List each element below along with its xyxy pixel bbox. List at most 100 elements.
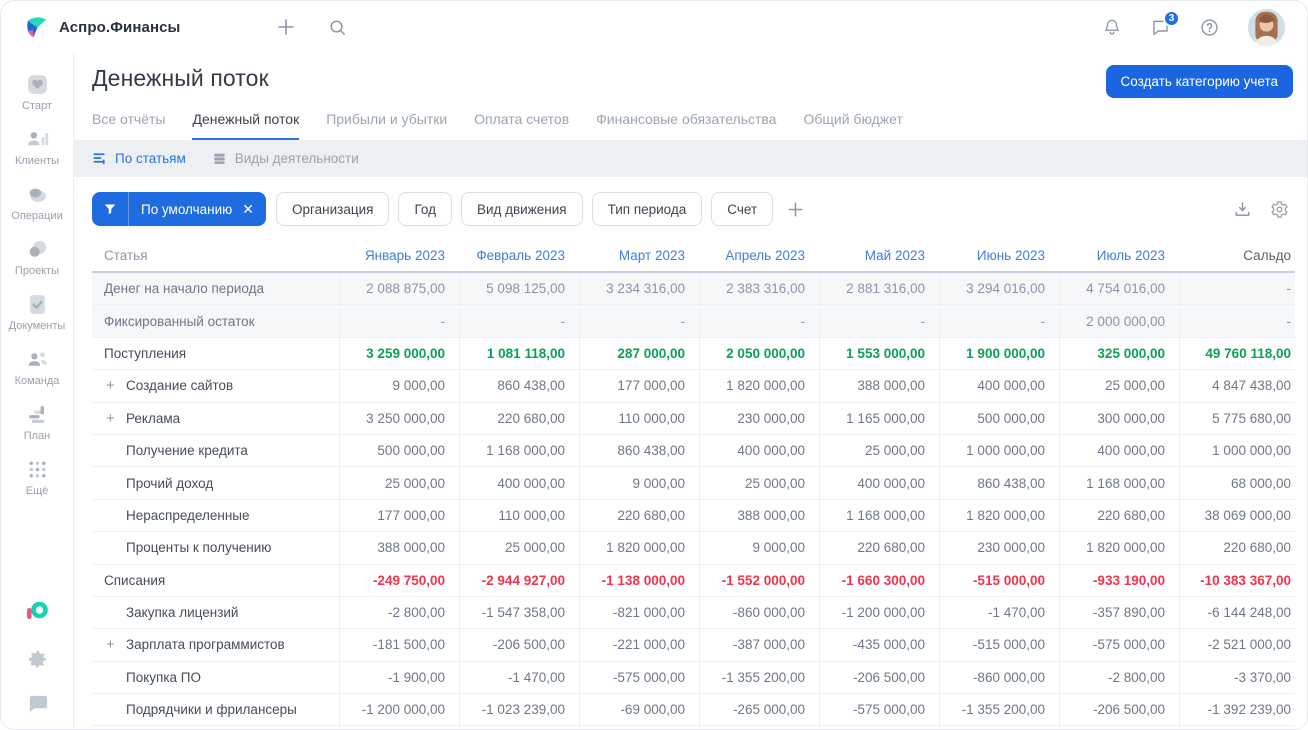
cell-value: 1 820 000,00 bbox=[579, 532, 699, 564]
cell-value: 25 000,00 bbox=[339, 467, 459, 499]
app-window: Аспро.Финансы 3 Старт Клиенты Операции П… bbox=[0, 0, 1308, 730]
app-logo[interactable]: Аспро.Финансы bbox=[23, 14, 180, 41]
filter-chip[interactable]: Год bbox=[398, 192, 452, 226]
row-label[interactable]: Покупка ПО bbox=[92, 670, 339, 685]
cell-value: 110 000,00 bbox=[459, 499, 579, 532]
cell-value: 1 820 000,00 bbox=[699, 370, 819, 402]
cell-value: -69 000,00 bbox=[579, 694, 699, 726]
column-header-month[interactable]: Май 2023 bbox=[819, 248, 939, 263]
cell-value: -1 900,00 bbox=[339, 661, 459, 694]
row-label[interactable]: Подрядчики и фрилансеры bbox=[92, 702, 339, 717]
row-label-text: Проценты к получению bbox=[126, 540, 272, 556]
row-label[interactable]: Прочий доход bbox=[92, 476, 339, 491]
support-chat-icon[interactable] bbox=[26, 692, 49, 715]
cell-value: -2 800,00 bbox=[339, 726, 459, 729]
cell-value: 400 000,00 bbox=[939, 370, 1059, 402]
column-header-month[interactable]: Июль 2023 bbox=[1059, 248, 1179, 263]
row-label-text: Закупка лицензий bbox=[126, 605, 239, 621]
sidebar-item-операции[interactable]: Операции bbox=[1, 175, 73, 230]
sidebar-item-команда[interactable]: Команда bbox=[1, 340, 73, 395]
table-row: + Зарплата программистов -181 500,00 -206 5… bbox=[92, 629, 1295, 662]
subtab-inactive[interactable]: Виды деятельности bbox=[212, 151, 359, 166]
download-icon[interactable] bbox=[1233, 200, 1252, 219]
sidebar-item-клиенты[interactable]: Клиенты bbox=[1, 120, 73, 175]
user-avatar[interactable] bbox=[1248, 8, 1285, 46]
tab-5[interactable]: Финансовые обязательства bbox=[596, 111, 776, 140]
expand-icon[interactable]: + bbox=[106, 636, 126, 653]
active-filter-pill[interactable]: По умолчанию ✕ bbox=[92, 192, 267, 226]
settings-gear-icon[interactable] bbox=[26, 647, 49, 670]
expand-icon[interactable]: + bbox=[106, 377, 126, 394]
sidebar-item-старт[interactable]: Старт bbox=[1, 65, 73, 120]
clients-icon bbox=[25, 127, 50, 152]
cell-value: 860 438,00 bbox=[939, 467, 1059, 499]
column-header-month[interactable]: Июнь 2023 bbox=[939, 248, 1059, 263]
clear-filter-icon[interactable]: ✕ bbox=[240, 201, 266, 218]
expand-icon[interactable]: + bbox=[106, 410, 126, 427]
row-label-text: Нераспределенные bbox=[126, 507, 250, 523]
more-icon bbox=[25, 457, 50, 482]
search-icon[interactable] bbox=[328, 18, 347, 37]
topbar: Аспро.Финансы 3 bbox=[1, 1, 1307, 53]
filter-chip[interactable]: Тип периода bbox=[591, 192, 703, 226]
sidebar-item-label: Ещё bbox=[25, 485, 49, 497]
row-label[interactable]: Поступления bbox=[92, 346, 339, 361]
help-icon[interactable] bbox=[1199, 17, 1220, 38]
cell-value: 220 680,00 bbox=[579, 499, 699, 532]
sidebar-item-label: Команда bbox=[14, 375, 60, 387]
create-category-button[interactable]: Создать категорию учета bbox=[1105, 65, 1293, 98]
aspro-product-icon[interactable] bbox=[24, 599, 50, 625]
tab-4[interactable]: Оплата счетов bbox=[474, 111, 569, 140]
row-label[interactable]: Списания bbox=[92, 573, 339, 588]
brand-icon bbox=[23, 14, 50, 41]
cell-value: 9 000,00 bbox=[699, 532, 819, 564]
row-label[interactable]: Получение кредита bbox=[92, 443, 339, 458]
column-header-month[interactable]: Март 2023 bbox=[579, 248, 699, 263]
cell-value: -860 000,00 bbox=[699, 726, 819, 729]
messages-icon[interactable]: 3 bbox=[1150, 9, 1180, 38]
sidebar-item-план[interactable]: План bbox=[1, 395, 73, 450]
sidebar-item-label: Операции bbox=[11, 210, 63, 222]
row-label[interactable]: + Создание сайтов bbox=[92, 377, 339, 394]
tab-1[interactable]: Все отчёты bbox=[92, 111, 165, 140]
cell-value: 1 820 000,00 bbox=[1059, 532, 1179, 564]
column-header-month[interactable]: Январь 2023 bbox=[339, 248, 459, 263]
cell-value: 1 168 000,00 bbox=[1059, 467, 1179, 499]
row-label[interactable]: Проценты к получению bbox=[92, 540, 339, 555]
notifications-bell-icon[interactable] bbox=[1102, 17, 1122, 37]
sidebar-item-ещё[interactable]: Ещё bbox=[1, 450, 73, 505]
subtab-active[interactable]: По статьям bbox=[92, 151, 186, 166]
table-settings-gear-icon[interactable] bbox=[1270, 200, 1289, 219]
column-header-month[interactable]: Февраль 2023 bbox=[459, 248, 579, 263]
filter-chip[interactable]: Организация bbox=[276, 192, 390, 226]
active-filter-label: По умолчанию bbox=[141, 201, 233, 217]
cell-value: -435 000,00 bbox=[819, 629, 939, 661]
tab-3[interactable]: Прибыли и убытки bbox=[326, 111, 447, 140]
cell-value: -2 800,00 bbox=[339, 596, 459, 629]
add-filter-icon[interactable] bbox=[786, 200, 805, 219]
table-row: Фиксированный остаток - - - - - -2 000 000,00- bbox=[92, 305, 1295, 338]
column-header-month[interactable]: Апрель 2023 bbox=[699, 248, 819, 263]
cell-value: 25 000,00 bbox=[819, 434, 939, 467]
sidebar-item-проекты[interactable]: Проекты bbox=[1, 230, 73, 285]
sidebar-item-документы[interactable]: Документы bbox=[1, 285, 73, 340]
filter-chip[interactable]: Вид движения bbox=[460, 192, 583, 226]
cell-value: 400 000,00 bbox=[459, 467, 579, 499]
tab-6[interactable]: Общий бюджет bbox=[803, 111, 902, 140]
cell-value: -1 470,00 bbox=[939, 596, 1059, 629]
report-tabs: Все отчёты Денежный поток Прибыли и убытки… bbox=[92, 111, 1293, 140]
filter-chip[interactable]: Счет bbox=[711, 192, 774, 226]
row-label[interactable]: Закупка лицензий bbox=[92, 605, 339, 620]
row-label[interactable]: Фиксированный остаток bbox=[92, 314, 339, 329]
cell-value: 220 680,00 bbox=[1059, 499, 1179, 532]
row-label[interactable]: + Зарплата программистов bbox=[92, 636, 339, 653]
row-label[interactable]: Нераспределенные bbox=[92, 508, 339, 523]
create-new-icon[interactable] bbox=[276, 17, 296, 37]
tab-2[interactable]: Денежный поток bbox=[192, 111, 300, 140]
row-label[interactable]: Денег на начало периода bbox=[92, 281, 339, 296]
cell-value: 9 000,00 bbox=[339, 370, 459, 402]
row-label-text: Поступления bbox=[104, 345, 187, 361]
sidebar-item-label: Старт bbox=[22, 100, 52, 112]
row-label[interactable]: + Реклама bbox=[92, 410, 339, 427]
cell-value: -1 200 000,00 bbox=[819, 596, 939, 629]
